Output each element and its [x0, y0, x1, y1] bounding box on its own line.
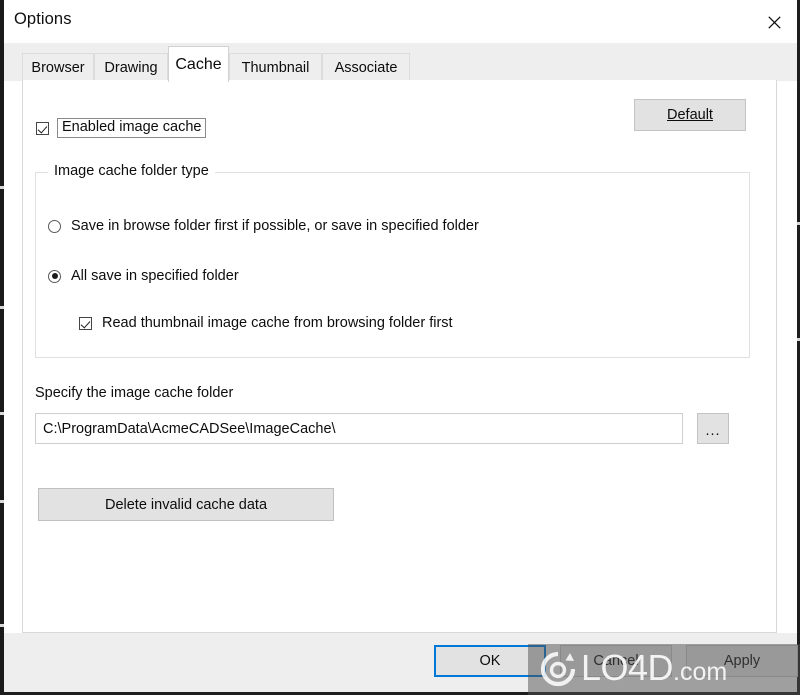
- read-thumbnail-cache-checkbox[interactable]: Read thumbnail image cache from browsing…: [79, 315, 453, 331]
- default-button[interactable]: Default: [634, 99, 746, 131]
- tab-cache[interactable]: Cache: [168, 46, 229, 82]
- radio-all-save-in-specified-folder-label: All save in specified folder: [71, 268, 239, 284]
- image-cache-folder-type-legend: Image cache folder type: [48, 163, 215, 179]
- read-thumbnail-cache-label: Read thumbnail image cache from browsing…: [102, 315, 453, 331]
- selected-tab-seam: [169, 80, 228, 82]
- tab-bar: Browser Drawing Cache Thumbnail Associat…: [4, 43, 797, 82]
- checkbox-icon: [79, 316, 92, 330]
- radio-all-save-in-specified-folder[interactable]: All save in specified folder: [48, 268, 239, 284]
- radio-icon: [48, 269, 61, 283]
- window-border-left: [0, 0, 4, 695]
- radio-save-in-browse-folder-first-label: Save in browse folder first if possible,…: [71, 218, 479, 234]
- radio-icon: [48, 219, 61, 233]
- image-cache-folder-input[interactable]: [35, 413, 683, 444]
- tab-associate[interactable]: Associate: [322, 53, 410, 81]
- tab-drawing[interactable]: Drawing: [94, 53, 168, 81]
- radio-save-in-browse-folder-first[interactable]: Save in browse folder first if possible,…: [48, 218, 479, 234]
- specify-folder-caption: Specify the image cache folder: [35, 385, 234, 401]
- browse-folder-button[interactable]: ...: [697, 413, 729, 444]
- tab-thumbnail[interactable]: Thumbnail: [229, 53, 322, 81]
- enabled-image-cache-checkbox[interactable]: Enabled image cache: [36, 118, 207, 138]
- enabled-image-cache-label: Enabled image cache: [57, 118, 207, 138]
- ok-button[interactable]: OK: [434, 645, 546, 677]
- close-icon[interactable]: [751, 2, 797, 42]
- dialog-footer: OK Cancel Apply: [4, 633, 798, 692]
- window-title: Options: [14, 10, 72, 28]
- tab-browser[interactable]: Browser: [22, 53, 94, 81]
- delete-invalid-cache-data-button[interactable]: Delete invalid cache data: [38, 488, 334, 521]
- cancel-button[interactable]: Cancel: [560, 645, 672, 677]
- options-dialog-window: Options Browser Drawing Cache Thumbnail …: [0, 0, 800, 695]
- default-button-label: Default: [667, 107, 713, 123]
- title-bar: Options: [4, 2, 797, 43]
- apply-button[interactable]: Apply: [686, 645, 798, 677]
- checkbox-icon: [36, 121, 49, 135]
- close-icon-glyph: [767, 15, 781, 29]
